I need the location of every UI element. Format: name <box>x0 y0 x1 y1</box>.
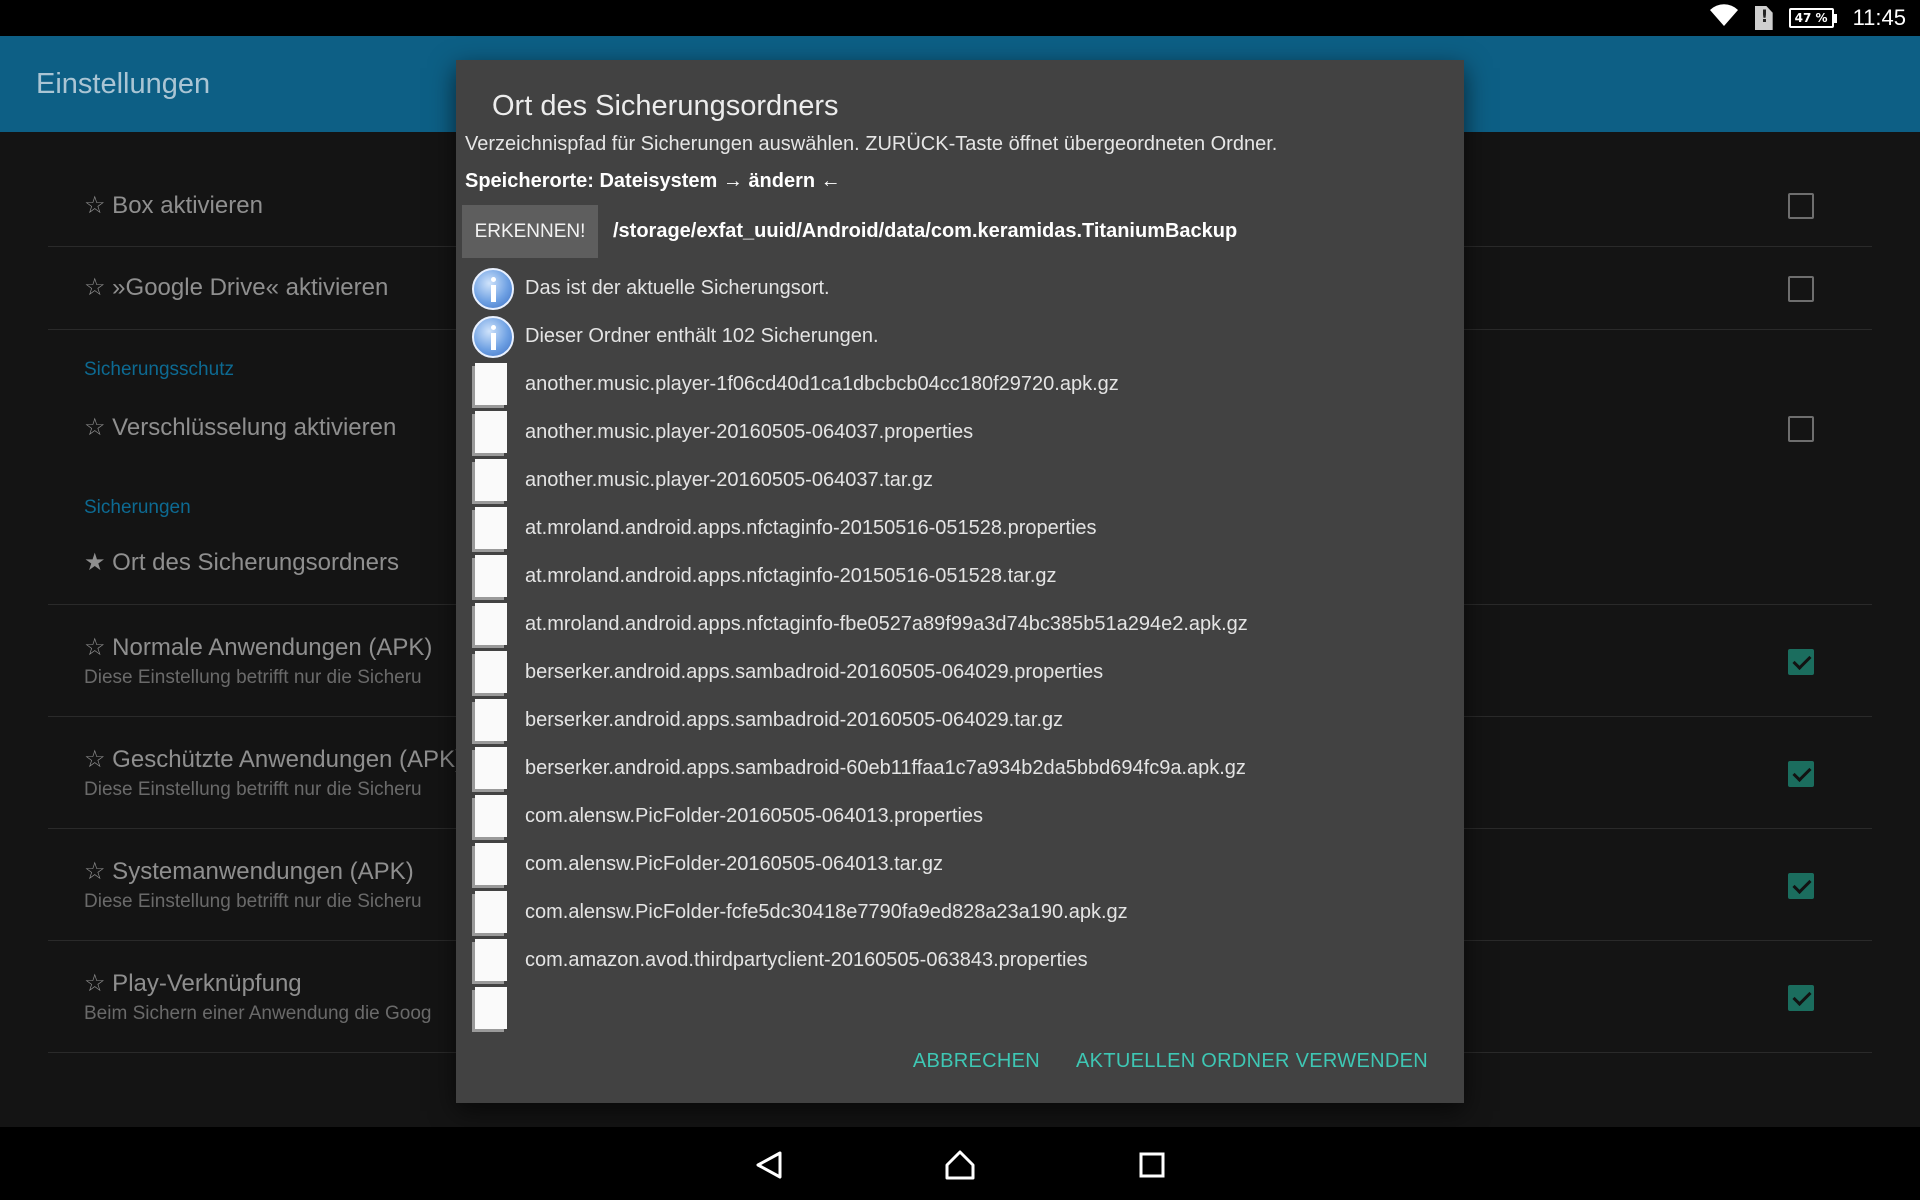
list-item-label: another.music.player-20160505-064037.pro… <box>525 420 974 443</box>
clock: 11:45 <box>1852 5 1906 30</box>
list-item[interactable]: at.mroland.android.apps.nfctaginfo-fbe05… <box>468 600 1448 648</box>
checkbox[interactable] <box>1788 649 1814 675</box>
back-icon[interactable] <box>749 1145 789 1185</box>
list-item: Dieser Ordner enthält 102 Sicherungen. <box>468 312 1448 360</box>
setting-subtitle: Beim Sichern einer Anwendung die Goog <box>84 1003 432 1024</box>
use-current-folder-button[interactable]: AKTUELLEN ORDNER VERWENDEN <box>1076 1050 1428 1073</box>
list-item[interactable]: berserker.android.apps.sambadroid-201605… <box>468 648 1448 696</box>
list-item[interactable] <box>468 984 1448 1032</box>
setting-subtitle: Diese Einstellung betrifft nur die Siche… <box>84 891 422 912</box>
setting-title: ☆ Normale Anwendungen (APK) <box>84 634 433 661</box>
setting-title: ☆ »Google Drive« aktivieren <box>84 274 389 301</box>
dialog-actions: ABBRECHEN AKTUELLEN ORDNER VERWENDEN <box>913 1050 1428 1073</box>
setting-title: ★ Ort des Sicherungsordners <box>84 549 399 576</box>
setting-subtitle: Diese Einstellung betrifft nur die Siche… <box>84 779 422 800</box>
list-item-label: Das ist der aktuelle Sicherungsort. <box>525 276 830 299</box>
list-item-label: berserker.android.apps.sambadroid-60eb11… <box>525 756 1246 779</box>
section-header-sicherungen: Sicherungen <box>84 497 191 518</box>
wifi-icon <box>1709 4 1739 32</box>
list-item[interactable]: com.alensw.PicFolder-fcfe5dc30418e7790fa… <box>468 888 1448 936</box>
list-item-label: at.mroland.android.apps.nfctaginfo-20150… <box>525 516 1097 539</box>
file-icon <box>472 939 507 981</box>
setting-title: ☆ Box aktivieren <box>84 192 263 219</box>
setting-subtitle: Diese Einstellung betrifft nur die Siche… <box>84 667 422 688</box>
list-item-label: com.alensw.PicFolder-20160505-064013.tar… <box>525 852 944 875</box>
file-icon <box>472 555 507 597</box>
file-list[interactable]: Das ist der aktuelle Sicherungsort. Dies… <box>468 264 1448 1064</box>
list-item-label: Dieser Ordner enthält 102 Sicherungen. <box>525 324 879 347</box>
setting-title: ☆ Play-Verknüpfung <box>84 970 302 997</box>
checkbox[interactable] <box>1788 761 1814 787</box>
section-header-sicherungsschutz: Sicherungsschutz <box>84 359 234 380</box>
file-icon <box>472 987 507 1029</box>
file-icon <box>472 795 507 837</box>
battery-icon: 47 % <box>1788 8 1837 28</box>
file-icon <box>472 843 507 885</box>
list-item[interactable]: at.mroland.android.apps.nfctaginfo-20150… <box>468 552 1448 600</box>
setting-title: ☆ Verschlüsselung aktivieren <box>84 414 397 441</box>
list-item-label: com.alensw.PicFolder-fcfe5dc30418e7790fa… <box>525 900 1128 923</box>
file-icon <box>472 363 507 405</box>
home-icon[interactable] <box>940 1145 980 1185</box>
file-icon <box>472 603 507 645</box>
file-icon <box>472 507 507 549</box>
list-item[interactable]: com.alensw.PicFolder-20160505-064013.pro… <box>468 792 1448 840</box>
checkbox[interactable] <box>1788 276 1814 302</box>
list-item-label: com.amazon.avod.thirdpartyclient-2016050… <box>525 948 1088 971</box>
list-item[interactable]: at.mroland.android.apps.nfctaginfo-20150… <box>468 504 1448 552</box>
list-item[interactable]: com.alensw.PicFolder-20160505-064013.tar… <box>468 840 1448 888</box>
list-item[interactable]: another.music.player-1f06cd40d1ca1dbcbcb… <box>468 360 1448 408</box>
status-bar: 47 % 11:45 <box>0 0 1920 36</box>
list-item[interactable]: com.amazon.avod.thirdpartyclient-2016050… <box>468 936 1448 984</box>
info-icon <box>472 315 514 358</box>
list-item-label: another.music.player-1f06cd40d1ca1dbcbcb… <box>525 372 1119 395</box>
sim-alert-icon <box>1754 6 1773 30</box>
list-item-label: com.alensw.PicFolder-20160505-064013.pro… <box>525 804 984 827</box>
navigation-bar <box>0 1127 1920 1200</box>
checkbox[interactable] <box>1788 193 1814 219</box>
list-item[interactable]: another.music.player-20160505-064037.pro… <box>468 408 1448 456</box>
list-item-label: another.music.player-20160505-064037.tar… <box>525 468 934 491</box>
detect-button[interactable]: ERKENNEN! <box>462 205 598 258</box>
dialog-description: Verzeichnispfad für Sicherungen auswähle… <box>465 133 1278 155</box>
list-item[interactable]: another.music.player-20160505-064037.tar… <box>468 456 1448 504</box>
checkbox[interactable] <box>1788 985 1814 1011</box>
list-item-label: berserker.android.apps.sambadroid-201605… <box>525 660 1104 683</box>
file-icon <box>472 459 507 501</box>
list-item-label: at.mroland.android.apps.nfctaginfo-20150… <box>525 564 1057 587</box>
page-title: Einstellungen <box>36 68 211 100</box>
battery-level: 47 % <box>1788 8 1834 28</box>
cancel-button[interactable]: ABBRECHEN <box>913 1050 1040 1073</box>
list-item-label: berserker.android.apps.sambadroid-201605… <box>525 708 1064 731</box>
setting-title: ☆ Geschützte Anwendungen (APK) <box>84 746 464 773</box>
file-icon <box>472 747 507 789</box>
info-icon <box>472 267 514 310</box>
list-item[interactable]: berserker.android.apps.sambadroid-60eb11… <box>468 744 1448 792</box>
list-item-label: at.mroland.android.apps.nfctaginfo-fbe05… <box>525 612 1248 635</box>
backup-folder-dialog: Ort des Sicherungsordners Verzeichnispfa… <box>456 60 1464 1103</box>
file-icon <box>472 651 507 693</box>
checkbox[interactable] <box>1788 873 1814 899</box>
file-icon <box>472 891 507 933</box>
file-icon <box>472 699 507 741</box>
recents-icon[interactable] <box>1132 1145 1172 1185</box>
checkbox[interactable] <box>1788 416 1814 442</box>
setting-title: ☆ Systemanwendungen (APK) <box>84 858 414 885</box>
list-item: Das ist der aktuelle Sicherungsort. <box>468 264 1448 312</box>
list-item[interactable]: berserker.android.apps.sambadroid-201605… <box>468 696 1448 744</box>
file-icon <box>472 411 507 453</box>
storage-locations-link[interactable]: Speicherorte: Dateisystem → ändern ← <box>465 170 841 193</box>
dialog-title: Ort des Sicherungsordners <box>492 90 839 122</box>
current-path: /storage/exfat_uuid/Android/data/com.ker… <box>613 220 1238 242</box>
